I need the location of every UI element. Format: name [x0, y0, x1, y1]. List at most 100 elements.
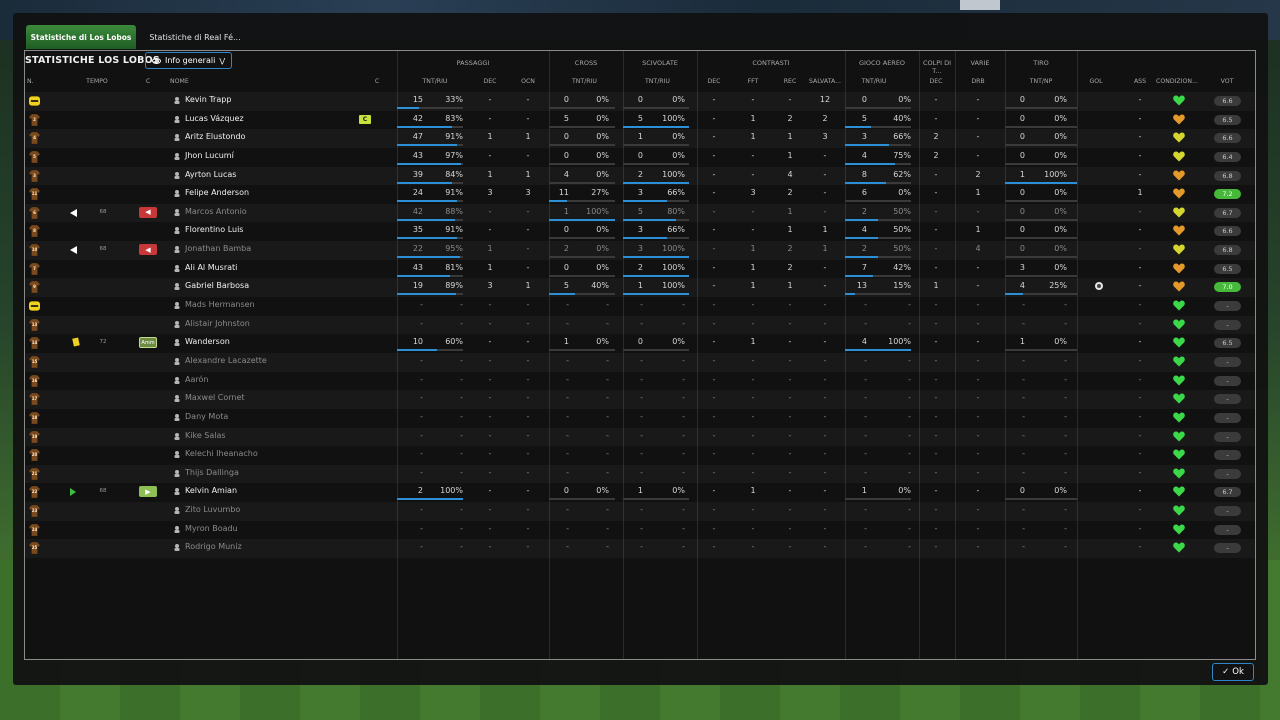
tab-away-stats[interactable]: Statistiche di Real Fé...	[140, 25, 250, 49]
player-name[interactable]: Aritz Elustondo	[185, 132, 245, 141]
column-header[interactable]: GOL	[1088, 78, 1104, 85]
tackles-accuracy: -	[682, 505, 685, 515]
column-header[interactable]: OCN	[518, 78, 538, 85]
player-name[interactable]: Jhon Lucumí	[185, 151, 234, 160]
column-header[interactable]: TNT/RIU	[857, 78, 891, 85]
column-header[interactable]: SALVATA...	[809, 78, 841, 85]
table-row[interactable]: 9 Gabriel Barbosa 19 89% 3 1 5 40% 1 100% - 1 1 - 13 15…	[25, 278, 1255, 297]
table-row[interactable]: 24 Myron Boadu - - - - - - - - - - - - - - - - - - - -	[25, 521, 1255, 540]
table-row[interactable]: 14 72 Amm Wanderson 10 60% - - 1 0% 0 0% - 1 - - 4 100% - -…	[25, 334, 1255, 353]
table-row[interactable]: 15 Alexandre Lacazette - - - - - - - - - - - - - - - - - - -…	[25, 353, 1255, 372]
table-row[interactable]: 21 Thijs Dallinga - - - - - - - - - - - - - - - - - - - -	[25, 465, 1255, 484]
column-header[interactable]: TNT/NP	[1026, 78, 1056, 85]
table-row[interactable]: 16 Aarón - - - - - - - - - - - - - - - - - - - -	[25, 372, 1255, 391]
view-selector-button[interactable]: Info generali ⋁	[145, 52, 233, 69]
table-row[interactable]: 10 68 ◀ Jonathan Bamba 22 95% 1 - 2 0% 3 100% - 1 2 1 2 5…	[25, 241, 1255, 260]
table-row[interactable]: 25 Rodrigo Muniz - - - - - - - - - - - - - - - - - - - -	[25, 539, 1255, 558]
column-header[interactable]: C	[143, 78, 153, 85]
table-row[interactable]: Mads Hermansen - - - - - - - - - - - - - - - - - - - -	[25, 297, 1255, 316]
shots-accuracy: 100%	[1044, 169, 1067, 179]
column-header[interactable]: TNT/RIU	[572, 78, 597, 85]
dribbles: 1	[975, 188, 981, 198]
column-header[interactable]: ASS	[1132, 78, 1148, 85]
player-name[interactable]: Thijs Dallinga	[185, 468, 239, 477]
shots-accuracy: -	[1064, 300, 1067, 310]
passes-attempted: -	[420, 318, 423, 328]
saves: -	[823, 393, 827, 403]
shots-attempted: -	[1022, 411, 1025, 421]
table-row[interactable]: Kevin Trapp 15 33% - - 0 0% 0 0% - - - 12 0 0% - - 0 0% - 6.…	[25, 92, 1255, 111]
player-name[interactable]: Maxwel Cornet	[185, 393, 245, 402]
player-name[interactable]: Ali Al Musrati	[185, 263, 237, 272]
column-header[interactable]: FFT	[745, 78, 761, 85]
table-row[interactable]: 17 Maxwel Cornet - - - - - - - - - - - - - - - - - - - -	[25, 390, 1255, 409]
player-icon	[174, 395, 180, 403]
column-header[interactable]: DEC	[706, 78, 722, 85]
assists: -	[1138, 169, 1142, 179]
player-name[interactable]: Rodrigo Muniz	[185, 542, 242, 551]
player-name[interactable]: Mads Hermansen	[185, 300, 255, 309]
column-header[interactable]: VOT	[1216, 78, 1238, 85]
player-name[interactable]: Kelechi Iheanacho	[185, 449, 258, 458]
table-row[interactable]: 22 68 ▶ Kelvin Amian 2 100% - - 0 0% 1 0% - 1 - - 1 0% - - 0…	[25, 483, 1255, 502]
aerials-accuracy: 15%	[893, 281, 911, 291]
column-header[interactable]: DRB	[970, 78, 986, 85]
player-name[interactable]: Wanderson	[185, 337, 230, 346]
table-row[interactable]: 4 Aritz Elustondo 47 91% 1 1 0 0% 1 0% - 1 1 3 3 66% 2 - 0…	[25, 129, 1255, 148]
rating-badge: -	[1214, 506, 1241, 517]
condition-heart-icon	[1173, 486, 1185, 497]
table-row[interactable]: 2 Lucas Vázquez C 42 83% - - 5 0% 5 100% - 1 2 2 5 40% - -…	[25, 111, 1255, 130]
table-row[interactable]: 23 Zito Luvumbo - - - - - - - - - - - - - - - - - - - -	[25, 502, 1255, 521]
fouls: 1	[750, 244, 756, 254]
shots-attempted: 0	[1019, 150, 1025, 160]
tab-home-stats[interactable]: Statistiche di Los Lobos	[26, 25, 136, 49]
crosses-attempted: 0	[563, 95, 569, 104]
player-name[interactable]: Gabriel Barbosa	[185, 281, 249, 290]
column-header[interactable]: CONDIZION...	[1156, 78, 1198, 85]
table-row[interactable]: 20 Kelechi Iheanacho - - - - - - - - - - - - - - - - - - - -	[25, 446, 1255, 465]
player-name[interactable]: Lucas Vázquez	[185, 114, 244, 123]
table-row[interactable]: 7 Ali Al Musrati 43 81% 1 - 0 0% 2 100% - 1 2 - 7 42% - -…	[25, 260, 1255, 279]
table-row[interactable]: 5 Jhon Lucumí 43 97% - - 0 0% 0 0% - - 1 - 4 75% 2 - 0 0% - 6…	[25, 148, 1255, 167]
column-header[interactable]: TEMPO	[85, 78, 109, 85]
column-header[interactable]: DEC	[928, 78, 944, 85]
player-name[interactable]: Kelvin Amian	[185, 486, 237, 495]
shots-attempted: -	[1022, 467, 1025, 477]
column-header[interactable]: TNT/RIU	[645, 78, 670, 85]
aerials-accuracy: 50%	[893, 225, 911, 235]
player-name[interactable]: Zito Luvumbo	[185, 505, 240, 514]
player-name[interactable]: Kike Salas	[185, 431, 226, 440]
progress-bar	[549, 218, 615, 221]
table-row[interactable]: 6 68 ◀ Marcos Antonio 42 88% - - 1 100% 5 80% - - 1 - 2 5…	[25, 204, 1255, 223]
player-name[interactable]: Alexandre Lacazette	[185, 356, 267, 365]
table-row[interactable]: 8 Florentino Luis 35 91% - - 0 0% 3 66% - - 1 1 4 50% - 1…	[25, 222, 1255, 241]
column-header[interactable]: C	[373, 78, 381, 85]
dribbles: -	[976, 206, 980, 216]
table-row[interactable]: 18 Dany Mota - - - - - - - - - - - - - - - - - - - -	[25, 409, 1255, 428]
column-header[interactable]: NOME	[170, 78, 200, 85]
player-name[interactable]: Dany Mota	[185, 412, 228, 421]
column-header[interactable]: DEC	[480, 78, 500, 85]
table-row[interactable]: 3 Ayrton Lucas 39 84% 1 1 4 0% 2 100% - - 4 - 8 62% - 2 1 1…	[25, 167, 1255, 186]
saves: 2	[822, 113, 828, 123]
column-header[interactable]: REC	[782, 78, 798, 85]
player-name[interactable]: Myron Boadu	[185, 524, 238, 533]
player-name[interactable]: Jonathan Bamba	[185, 244, 251, 253]
chevron-down-icon: ⋁	[219, 56, 226, 65]
shots-accuracy: 0%	[1054, 244, 1067, 254]
player-name[interactable]: Ayrton Lucas	[185, 170, 236, 179]
table-row[interactable]: 13 Alistair Johnston - - - - - - - - - - - - - - - - - - - -	[25, 316, 1255, 335]
table-row[interactable]: 19 Kike Salas - - - - - - - - - - - - - - - - - - - -	[25, 428, 1255, 447]
recoveries: 2	[787, 262, 793, 272]
player-name[interactable]: Felipe Anderson	[185, 188, 249, 197]
player-name[interactable]: Kevin Trapp	[185, 95, 231, 104]
player-name[interactable]: Marcos Antonio	[185, 207, 247, 216]
player-name[interactable]: Alistair Johnston	[185, 319, 250, 328]
table-row[interactable]: 11 Felipe Anderson 24 91% 3 3 11 27% 3 66% -3 2-6 0%…	[25, 185, 1255, 204]
player-name[interactable]: Aarón	[185, 375, 208, 384]
ok-button[interactable]: ✓ Ok	[1212, 663, 1254, 681]
player-name[interactable]: Florentino Luis	[185, 225, 243, 234]
progress-track	[845, 107, 911, 109]
column-header[interactable]: N.	[27, 78, 37, 85]
column-header[interactable]: TNT/RIU	[420, 78, 450, 85]
